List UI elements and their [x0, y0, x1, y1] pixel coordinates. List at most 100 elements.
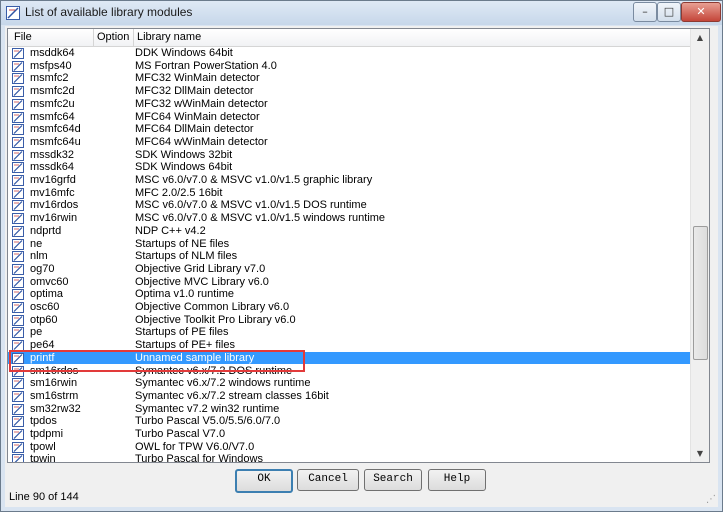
- list-row[interactable]: msfps40 MS Fortran PowerStation 4.0: [8, 60, 690, 73]
- list-row[interactable]: sm32rw32 Symantec v7.2 win32 runtime: [8, 403, 690, 416]
- library-module-icon: [12, 162, 24, 174]
- library-module-icon: [12, 225, 24, 237]
- list-row[interactable]: og70 Objective Grid Library v7.0: [8, 263, 690, 276]
- list-row[interactable]: pe Startups of PE files: [8, 326, 690, 339]
- list-row[interactable]: msmfc64 MFC64 WinMain detector: [8, 111, 690, 124]
- row-library-name: Turbo Pascal for Windows: [135, 453, 263, 463]
- library-module-icon: [12, 429, 24, 440]
- list-row[interactable]: mv16grfd MSC v6.0/v7.0 & MSVC v1.0/v1.5 g…: [8, 174, 690, 187]
- row-file-name: sm16rwin: [30, 377, 78, 390]
- library-module-icon: [12, 124, 24, 136]
- row-library-name: Optima v1.0 runtime: [135, 288, 235, 301]
- row-library-name: OWL for TPW V6.0/V7.0: [135, 440, 255, 453]
- scrollbar-thumb[interactable]: [693, 226, 708, 360]
- annotation-highlight-box: [9, 350, 305, 372]
- list-row[interactable]: otp60 Objective Toolkit Pro Library v6.0: [8, 314, 690, 327]
- column-divider[interactable]: [93, 29, 94, 46]
- help-button[interactable]: Help: [428, 469, 486, 491]
- library-module-icon: [12, 98, 24, 110]
- row-library-name: Turbo Pascal V7.0: [135, 428, 226, 440]
- library-module-icon: [12, 327, 24, 339]
- status-line-count: Line 90 of 144: [9, 491, 79, 503]
- row-file-name: nlm: [30, 250, 48, 263]
- list-row[interactable]: mssdk32 SDK Windows 32bit: [8, 149, 690, 162]
- list-row[interactable]: msmfc2u MFC32 wWinMain detector: [8, 98, 690, 111]
- list-row[interactable]: tpowl OWL for TPW V6.0/V7.0: [8, 441, 690, 454]
- row-file-name: tpdpmi: [30, 428, 64, 440]
- dialog-window: List of available library modules – □ ✕ …: [0, 0, 723, 512]
- row-library-name: Symantec v6.x/7.2 stream classes 16bit: [135, 389, 329, 402]
- row-file-name: mssdk32: [30, 148, 75, 161]
- library-module-icon: [12, 149, 24, 161]
- row-library-name: SDK Windows 32bit: [135, 148, 233, 161]
- library-list[interactable]: File Option Library name msddk64 DDK Wind…: [7, 28, 710, 463]
- column-header-file[interactable]: File: [14, 31, 32, 43]
- ok-button[interactable]: OK: [235, 469, 293, 493]
- library-module-icon: [12, 86, 24, 98]
- row-file-name: tpdos: [30, 415, 57, 428]
- list-row[interactable]: mssdk64 SDK Windows 64bit: [8, 161, 690, 174]
- library-module-icon: [12, 200, 24, 212]
- column-header-library[interactable]: Library name: [137, 31, 201, 43]
- list-row[interactable]: optima Optima v1.0 runtime: [8, 288, 690, 301]
- list-row[interactable]: ndprtd NDP C++ v4.2: [8, 225, 690, 238]
- list-row[interactable]: tpwin Turbo Pascal for Windows: [8, 453, 690, 463]
- row-library-name: MFC32 wWinMain detector: [135, 97, 268, 110]
- row-library-name: MFC64 DllMain detector: [135, 123, 254, 136]
- list-row[interactable]: tpdpmi Turbo Pascal V7.0: [8, 428, 690, 441]
- list-row[interactable]: msmfc64d MFC64 DllMain detector: [8, 123, 690, 136]
- list-row[interactable]: sm16strm Symantec v6.x/7.2 stream classes…: [8, 390, 690, 403]
- list-row[interactable]: msmfc64u MFC64 wWinMain detector: [8, 136, 690, 149]
- list-row[interactable]: nlm Startups of NLM files: [8, 250, 690, 263]
- library-module-icon: [12, 111, 24, 123]
- list-row[interactable]: mv16rwin MSC v6.0/v7.0 & MSVC v1.0/v1.5 w…: [8, 212, 690, 225]
- row-library-name: DDK Windows 64bit: [135, 47, 233, 59]
- close-button[interactable]: ✕: [681, 2, 721, 22]
- list-row[interactable]: msmfc2d MFC32 DllMain detector: [8, 85, 690, 98]
- window-title: List of available library modules: [25, 5, 193, 19]
- library-module-icon: [12, 251, 24, 263]
- row-library-name: MFC64 wWinMain detector: [135, 135, 268, 148]
- minimize-button[interactable]: –: [633, 2, 657, 22]
- row-library-name: MFC32 DllMain detector: [135, 85, 254, 98]
- list-row[interactable]: osc60 Objective Common Library v6.0: [8, 301, 690, 314]
- list-row[interactable]: msmfc2 MFC32 WinMain detector: [8, 72, 690, 85]
- row-file-name: msfps40: [30, 59, 72, 72]
- row-file-name: omvc60: [30, 275, 69, 288]
- library-module-icon: [12, 48, 24, 59]
- library-module-icon: [12, 263, 24, 275]
- library-module-icon: [12, 416, 24, 428]
- library-module-icon: [12, 136, 24, 148]
- row-file-name: pe: [30, 326, 43, 339]
- vertical-scrollbar[interactable]: ▲ ▼: [690, 29, 709, 462]
- list-row[interactable]: tpdos Turbo Pascal V5.0/5.5/6.0/7.0: [8, 415, 690, 428]
- list-row[interactable]: mv16mfc MFC 2.0/2.5 16bit: [8, 187, 690, 200]
- title-bar[interactable]: List of available library modules – □ ✕: [1, 1, 722, 25]
- column-header-option[interactable]: Option: [97, 31, 129, 43]
- row-file-name: msddk64: [30, 47, 75, 59]
- list-row[interactable]: omvc60 Objective MVC Library v6.0: [8, 276, 690, 289]
- list-row[interactable]: sm16rwin Symantec v6.x/7.2 windows runtim…: [8, 377, 690, 390]
- row-library-name: MSC v6.0/v7.0 & MSVC v1.0/v1.5 DOS runti…: [135, 199, 367, 212]
- row-library-name: Startups of NE files: [135, 237, 230, 250]
- scroll-up-arrow-icon[interactable]: ▲: [691, 29, 709, 46]
- row-library-name: MFC 2.0/2.5 16bit: [135, 186, 223, 199]
- resize-grip-icon[interactable]: ⋰: [706, 494, 716, 505]
- row-file-name: mv16rwin: [30, 212, 78, 225]
- row-library-name: Symantec v6.x/7.2 windows runtime: [135, 377, 311, 390]
- row-library-name: Objective MVC Library v6.0: [135, 275, 269, 288]
- row-file-name: msmfc64: [30, 110, 75, 123]
- list-row[interactable]: mv16rdos MSC v6.0/v7.0 & MSVC v1.0/v1.5 D…: [8, 199, 690, 212]
- column-divider[interactable]: [133, 29, 134, 46]
- list-row[interactable]: msddk64 DDK Windows 64bit: [8, 47, 690, 60]
- library-module-icon: [12, 60, 24, 72]
- search-button[interactable]: Search: [364, 469, 422, 491]
- list-row[interactable]: ne Startups of NE files: [8, 238, 690, 251]
- maximize-button[interactable]: □: [657, 2, 681, 22]
- cancel-button[interactable]: Cancel: [297, 469, 359, 491]
- row-file-name: msmfc2u: [30, 97, 75, 110]
- row-file-name: tpowl: [30, 440, 56, 453]
- library-module-icon: [12, 314, 24, 326]
- row-file-name: mssdk64: [30, 161, 75, 174]
- scroll-down-arrow-icon[interactable]: ▼: [691, 445, 709, 462]
